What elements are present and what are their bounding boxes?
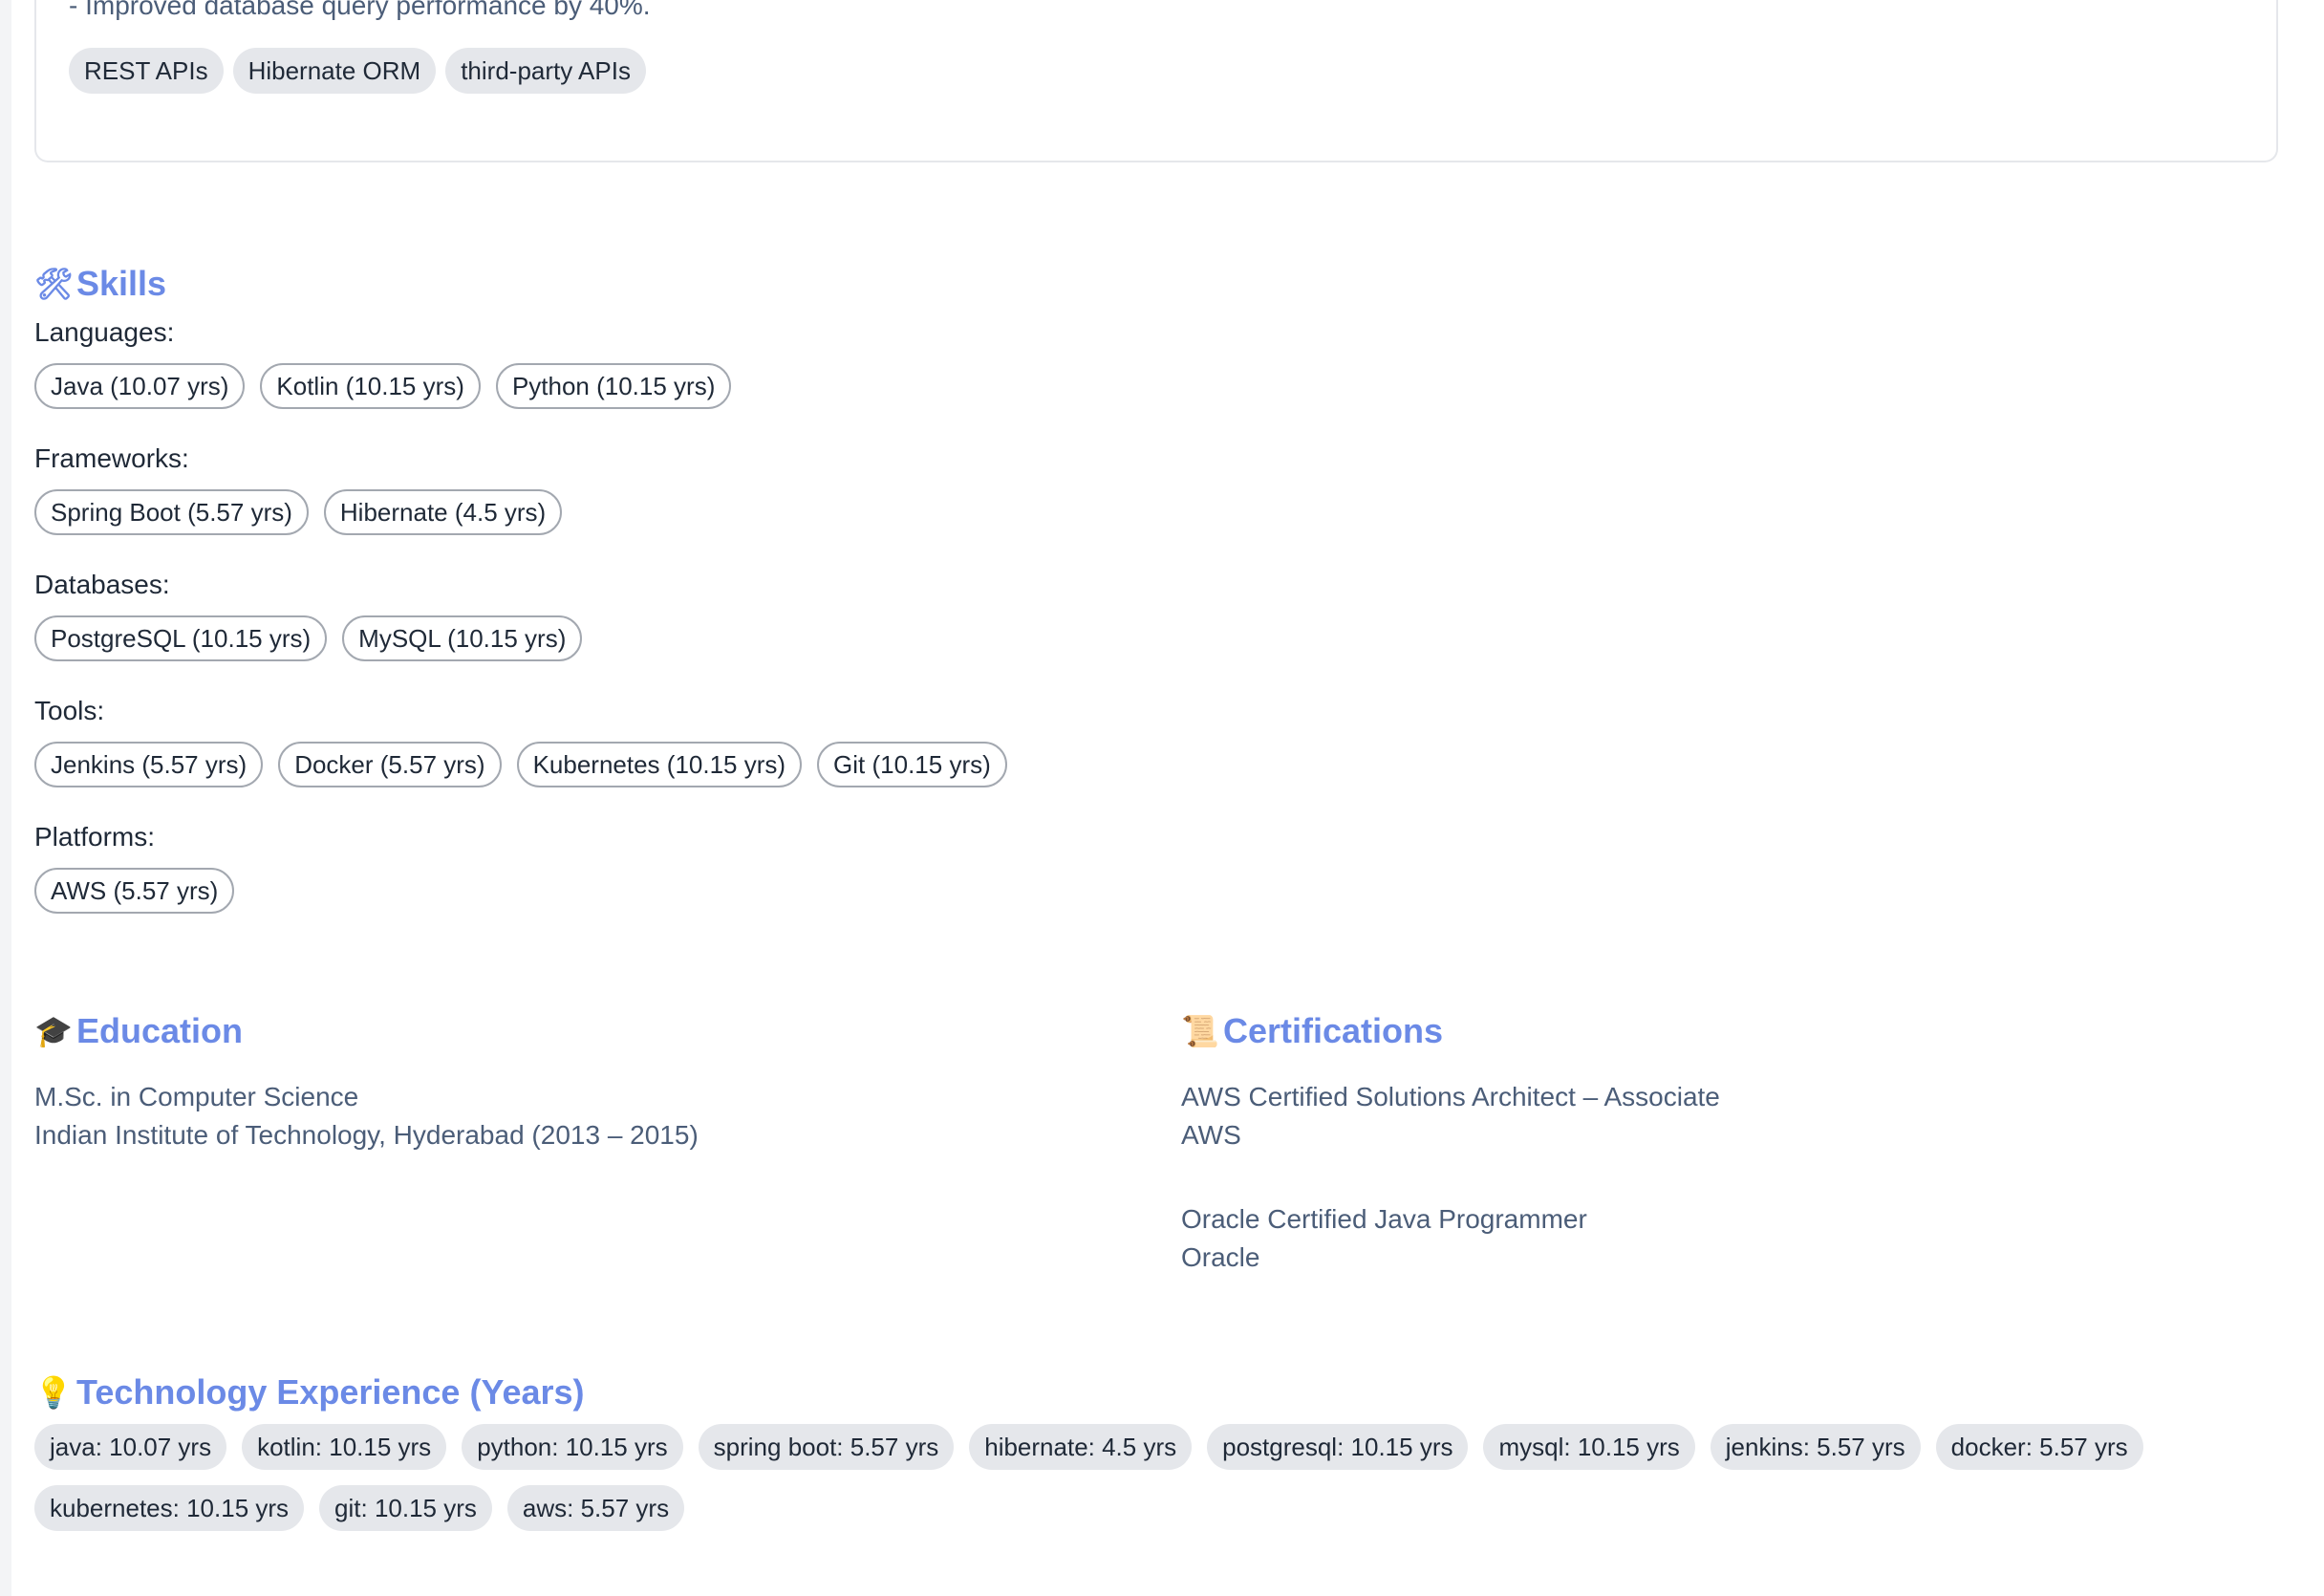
skill-chips-platforms: AWS (5.57 yrs) <box>34 868 235 914</box>
education-degree: M.Sc. in Computer Science <box>34 1082 359 1111</box>
tech-chip: mysql: 10.15 yrs <box>1483 1424 1695 1470</box>
skill-chip: Java (10.07 yrs) <box>34 363 246 409</box>
skill-chip: MySQL (10.15 yrs) <box>342 615 583 661</box>
skill-chip: Kotlin (10.15 yrs) <box>260 363 481 409</box>
skill-chip: Git (10.15 yrs) <box>817 742 1007 787</box>
experience-card: - Improved database query performance by… <box>34 0 2278 162</box>
certifications-heading: 📜 Certifications <box>1181 1011 1443 1051</box>
tech-chip: kubernetes: 10.15 yrs <box>34 1485 305 1531</box>
scroll-icon: 📜 <box>1181 1014 1219 1048</box>
skill-chip: AWS (5.57 yrs) <box>34 868 235 914</box>
graduation-cap-icon: 🎓 <box>34 1014 73 1048</box>
certifications-title: Certifications <box>1223 1011 1444 1050</box>
tech-chip: hibernate: 4.5 yrs <box>969 1424 1193 1470</box>
skill-category-label: Frameworks: <box>34 443 189 473</box>
skill-chip: PostgreSQL (10.15 yrs) <box>34 615 328 661</box>
certification-issuer: Oracle <box>1181 1242 1260 1272</box>
skill-chips-databases: PostgreSQL (10.15 yrs) MySQL (10.15 yrs) <box>34 615 583 661</box>
tech-chip: aws: 5.57 yrs <box>506 1485 685 1531</box>
skill-chip: Kubernetes (10.15 yrs) <box>516 742 803 787</box>
tech-chip: kotlin: 10.15 yrs <box>242 1424 447 1470</box>
tech-chip: spring boot: 5.57 yrs <box>698 1424 955 1470</box>
light-bulb-icon: 💡 <box>34 1375 73 1410</box>
skills-title: Skills <box>76 264 167 303</box>
skills-heading: 🛠 Skills <box>34 264 166 304</box>
skill-category-label: Languages: <box>34 317 175 347</box>
tag-chip: third-party APIs <box>445 48 646 94</box>
skill-chip: Hibernate (4.5 yrs) <box>323 489 563 535</box>
skill-chips-languages: Java (10.07 yrs) Kotlin (10.15 yrs) Pyth… <box>34 363 732 409</box>
tech-experience-heading: 💡 Technology Experience (Years) <box>34 1372 585 1413</box>
skill-chip: Python (10.15 yrs) <box>495 363 732 409</box>
skill-chips-tools: Jenkins (5.57 yrs) Docker (5.57 yrs) Kub… <box>34 742 1007 787</box>
tech-chip: python: 10.15 yrs <box>462 1424 683 1470</box>
tag-chip: REST APIs <box>69 48 224 94</box>
tech-chip: jenkins: 5.57 yrs <box>1710 1424 1921 1470</box>
tech-experience-title: Technology Experience (Years) <box>76 1372 585 1412</box>
tech-chip: docker: 5.57 yrs <box>1935 1424 2143 1470</box>
certification-name: Oracle Certified Java Programmer <box>1181 1204 1587 1234</box>
certification-issuer: AWS <box>1181 1120 1241 1150</box>
tech-chip: java: 10.07 yrs <box>34 1424 227 1470</box>
education-title: Education <box>76 1011 244 1050</box>
skill-chip: Spring Boot (5.57 yrs) <box>34 489 309 535</box>
skill-category-label: Databases: <box>34 570 170 599</box>
skill-chip: Jenkins (5.57 yrs) <box>34 742 264 787</box>
resume-page: - Improved database query performance by… <box>11 0 2324 1596</box>
tech-chip: postgresql: 10.15 yrs <box>1207 1424 1469 1470</box>
tech-experience-chips: java: 10.07 yrs kotlin: 10.15 yrs python… <box>34 1424 2290 1531</box>
skill-category-label: Platforms: <box>34 822 156 852</box>
certification-name: AWS Certified Solutions Architect – Asso… <box>1181 1082 1720 1111</box>
skill-chips-frameworks: Spring Boot (5.57 yrs) Hibernate (4.5 yr… <box>34 489 563 535</box>
experience-tags: REST APIs Hibernate ORM third-party APIs <box>69 48 646 94</box>
hammer-and-wrench-icon: 🛠 <box>34 267 74 301</box>
education-heading: 🎓 Education <box>34 1011 243 1051</box>
tag-chip: Hibernate ORM <box>232 48 437 94</box>
skill-category-label: Tools: <box>34 696 105 725</box>
skill-chip: Docker (5.57 yrs) <box>278 742 502 787</box>
education-school: Indian Institute of Technology, Hyderaba… <box>34 1120 699 1150</box>
tech-chip: git: 10.15 yrs <box>319 1485 492 1531</box>
experience-bullet: - Improved database query performance by… <box>69 0 651 20</box>
